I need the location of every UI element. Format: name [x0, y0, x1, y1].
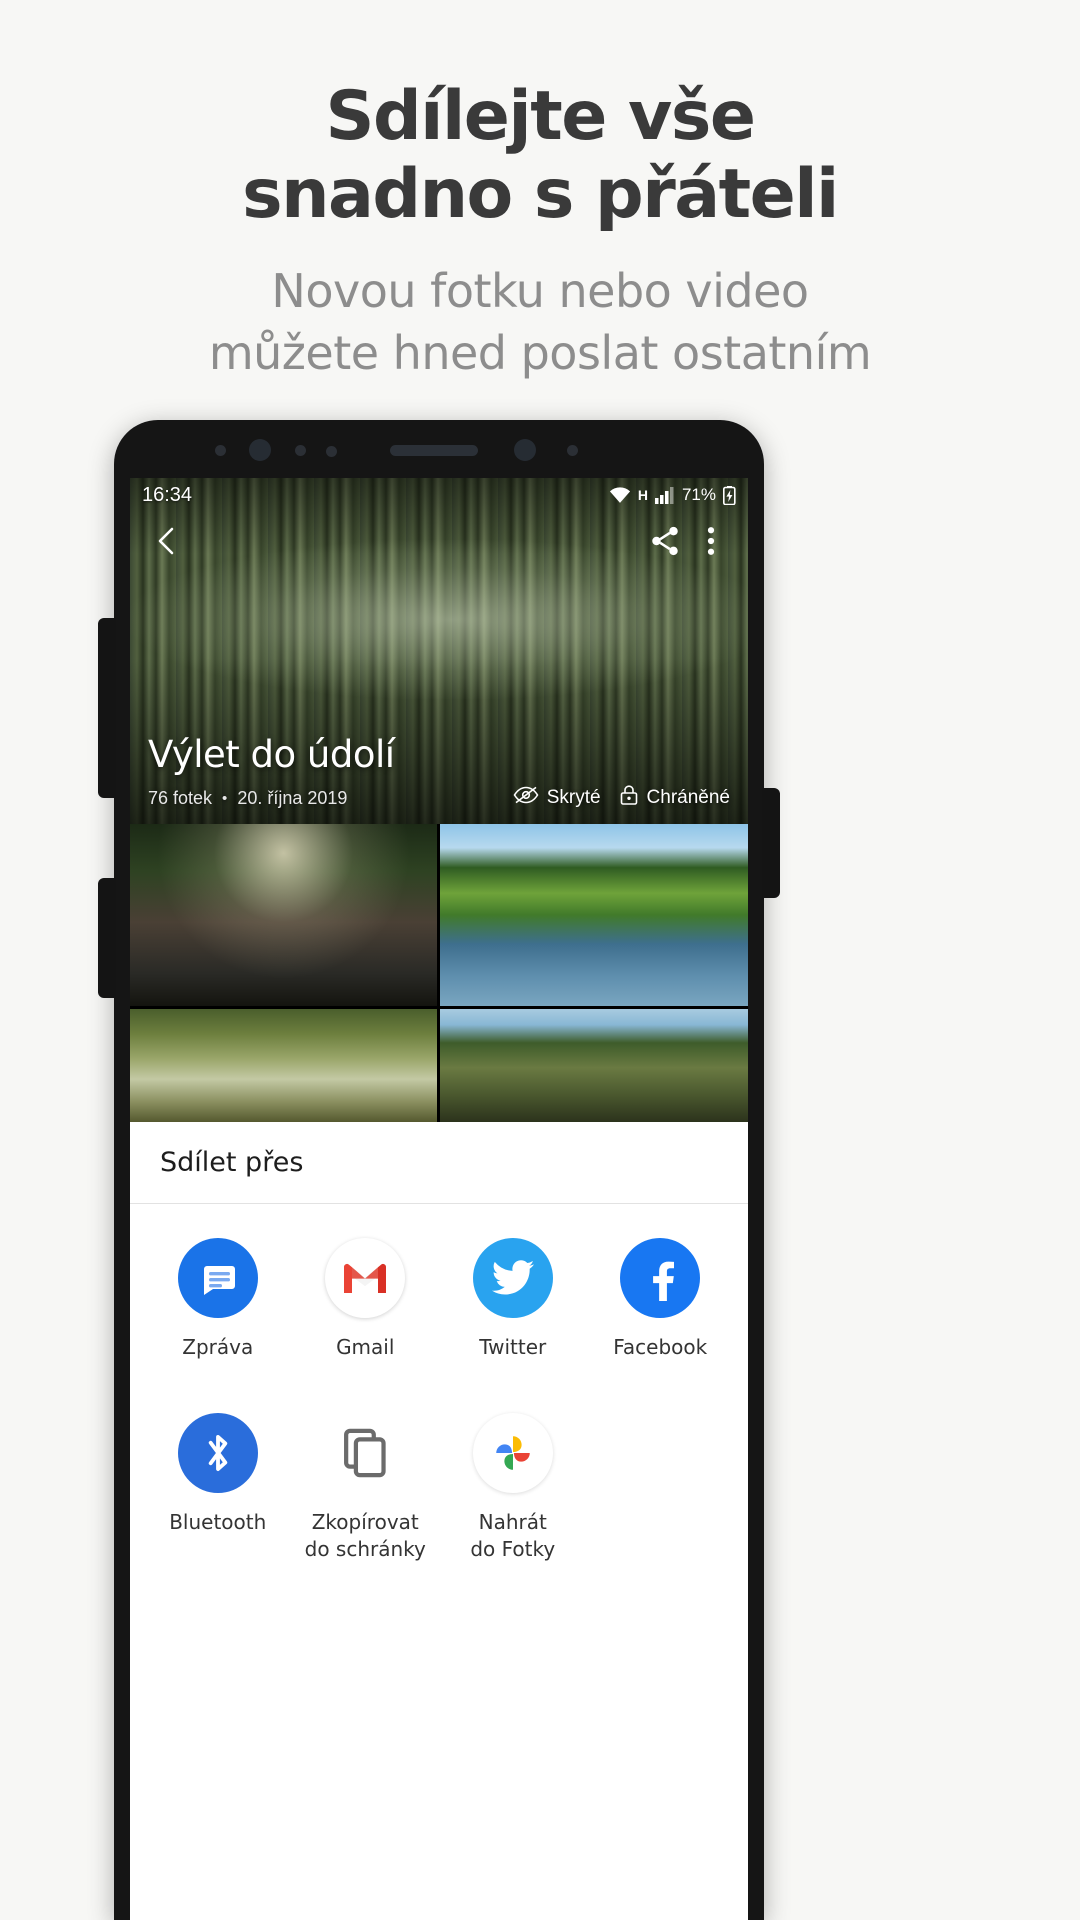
wifi-icon [609, 486, 631, 504]
promo-subtitle-line-2: můžete hned poslat ostatním [208, 326, 872, 380]
photo-thumbnail[interactable] [440, 1009, 748, 1122]
gmail-icon [325, 1238, 406, 1318]
sensor-dot-3-icon [326, 446, 337, 457]
share-target-bluetooth[interactable]: Bluetooth [144, 1413, 292, 1563]
sensor-dot-2-icon [295, 445, 306, 456]
photo-thumbnail[interactable] [130, 824, 437, 1006]
share-target-label: Bluetooth [169, 1510, 267, 1534]
photo-grid-row [130, 824, 748, 1006]
share-target-google-photos[interactable]: Nahrát do Fotky [439, 1413, 587, 1563]
battery-charging-icon [723, 485, 736, 505]
share-target-label: Zpráva [182, 1335, 254, 1359]
album-flags: Skryté Chráněné [513, 784, 730, 812]
share-target-empty [587, 1413, 735, 1563]
album-hero-image: 16:34 H 71% Výlet do údolí 76 fotek • 20… [130, 478, 748, 824]
lock-icon [619, 784, 639, 812]
volume-up-button[interactable] [98, 618, 116, 798]
promo-copy: Sdílejte vše snadno s přáteli Novou fotk… [0, 78, 1080, 384]
phone-top-bezel [114, 420, 764, 478]
hidden-flag: Skryté [513, 786, 601, 810]
power-button[interactable] [762, 788, 780, 898]
promo-title-line-2: snadno s přáteli [242, 155, 839, 234]
messages-icon [177, 1238, 258, 1318]
share-target-gmail[interactable]: Gmail [292, 1238, 440, 1361]
photo-thumbnail[interactable] [440, 824, 748, 1006]
photo-forest-road [130, 824, 437, 1006]
status-icons: H 71% [609, 485, 736, 505]
share-target-label: Nahrát do Fotky [470, 1510, 556, 1561]
network-type-label: H [637, 487, 648, 503]
copy-to-clipboard-icon [325, 1413, 406, 1493]
album-action-bar [130, 512, 748, 570]
promo-subtitle: Novou fotku nebo video můžete hned posla… [0, 260, 1080, 384]
promo-title: Sdílejte vše snadno s přáteli [0, 78, 1080, 234]
share-target-row: Zpráva Gmail Twitter Facebook [144, 1238, 734, 1361]
phone-screen: 16:34 H 71% Výlet do údolí 76 fotek • 20… [130, 478, 748, 1920]
hidden-label: Skryté [546, 787, 601, 808]
sensor-dot-4-icon [567, 445, 578, 456]
share-target-label: Zkopírovat do schránky [304, 1510, 426, 1561]
photo-hut [440, 1009, 748, 1122]
phone-device: 16:34 H 71% Výlet do údolí 76 fotek • 20… [98, 420, 780, 1920]
status-bar: 16:34 H 71% [130, 478, 748, 512]
album-meta: 76 fotek • 20. října 2019 Skryté Chráněn… [148, 784, 730, 812]
more-vertical-icon[interactable] [688, 518, 734, 564]
protected-flag: Chráněné [619, 784, 730, 812]
earpiece-speaker [390, 445, 478, 456]
photo-river [440, 824, 748, 1006]
share-sheet: Sdílet přes Zpráva Gmail Twitter Faceboo… [130, 1122, 748, 1920]
album-caption: Výlet do údolí 76 fotek • 20. října 2019 [130, 733, 748, 812]
share-target-facebook[interactable]: Facebook [587, 1238, 735, 1361]
share-target-zprava[interactable]: Zpráva [144, 1238, 292, 1361]
promo-title-line-1: Sdílejte vše [325, 77, 756, 156]
share-target-label: Twitter [479, 1335, 547, 1359]
front-camera-2-icon [514, 439, 536, 461]
share-target-twitter[interactable]: Twitter [439, 1238, 587, 1361]
sensor-dot-icon [215, 445, 226, 456]
promo-screenshot: Sdílejte vše snadno s přáteli Novou fotk… [0, 0, 1080, 1920]
promo-subtitle-line-1: Novou fotku nebo video [271, 264, 809, 318]
album-date: 20. října 2019 [237, 787, 348, 808]
bluetooth-icon [177, 1413, 258, 1493]
front-camera-icon [249, 439, 271, 461]
album-photo-grid [130, 824, 748, 1122]
signal-bars-icon [654, 486, 675, 504]
album-photo-count: 76 fotek [148, 787, 213, 808]
share-target-label: Facebook [613, 1335, 708, 1359]
share-sheet-title: Sdílet přes [160, 1147, 304, 1178]
status-clock: 16:34 [142, 483, 193, 506]
back-chevron-icon[interactable] [144, 518, 190, 564]
album-title: Výlet do údolí [148, 733, 395, 776]
facebook-icon [620, 1238, 701, 1318]
share-target-label: Gmail [336, 1335, 395, 1359]
meta-separator: • [222, 789, 228, 807]
volume-down-button[interactable] [98, 878, 116, 998]
photo-waterfall [130, 1009, 437, 1122]
photo-thumbnail[interactable] [130, 1009, 437, 1122]
share-sheet-header: Sdílet přes [130, 1122, 748, 1204]
photo-grid-row [130, 1009, 748, 1122]
battery-percent-label: 71% [681, 485, 716, 504]
share-targets: Zpráva Gmail Twitter Facebook Bluetooth … [130, 1204, 748, 1563]
protected-label: Chráněné [646, 787, 730, 808]
share-target-clipboard[interactable]: Zkopírovat do schránky [292, 1413, 440, 1563]
share-icon[interactable] [642, 518, 688, 564]
google-photos-icon [472, 1413, 553, 1493]
twitter-icon [472, 1238, 553, 1318]
share-target-row: Bluetooth Zkopírovat do schránky Nahrát … [144, 1413, 734, 1563]
eye-slash-icon [513, 786, 539, 810]
